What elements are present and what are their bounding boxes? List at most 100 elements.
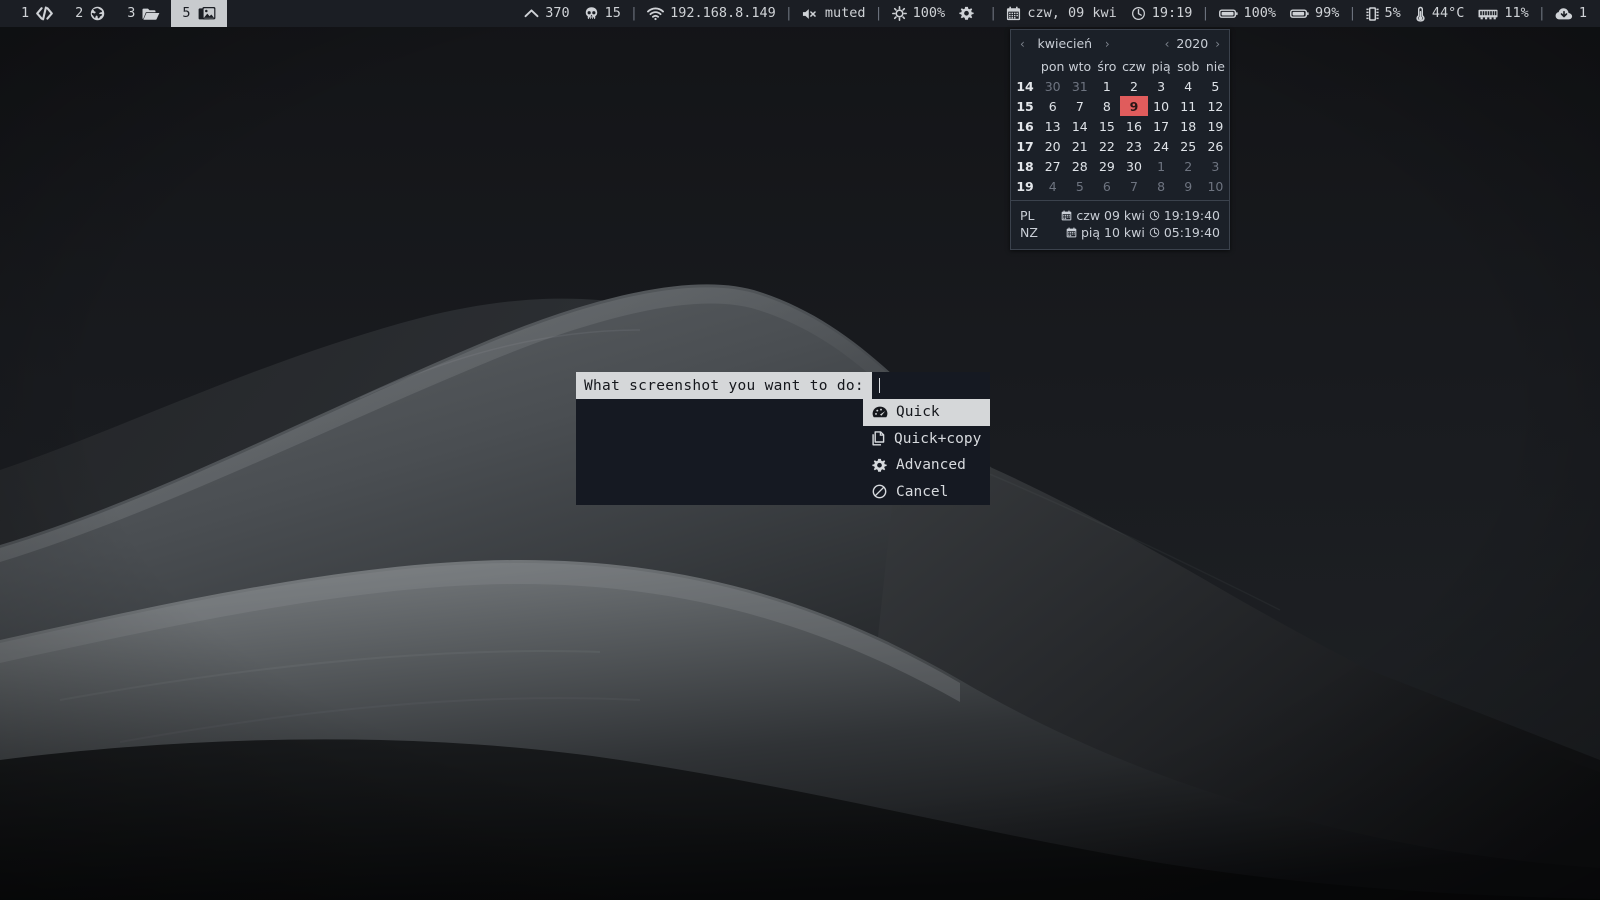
calendar-day-today[interactable]: 9	[1120, 96, 1148, 116]
timezone-value: pią 10 kwi 05:19:40	[1066, 225, 1220, 240]
brightness-icon	[891, 6, 907, 21]
calendar-week-row: 18 27 28 29 30 1 2 3	[1011, 156, 1229, 176]
calendar-icon	[1061, 210, 1072, 221]
calendar-day[interactable]: 15	[1093, 116, 1120, 136]
calendar-day[interactable]: 1	[1148, 156, 1175, 176]
calendar-day[interactable]: 4	[1039, 176, 1066, 196]
calendar-day[interactable]: 6	[1093, 176, 1120, 196]
calendar-week-number: 14	[1016, 78, 1034, 94]
calendar-day[interactable]: 10	[1148, 96, 1175, 116]
calendar-day[interactable]: 26	[1202, 136, 1229, 156]
calendar-body: 14 30 31 1 2 3 4 5 15 6 7 8 9 10 11 12 16 13 14 15 16 17 18 19 1…	[1011, 76, 1229, 196]
dmenu-item-cancel[interactable]: Cancel	[863, 478, 990, 505]
dmenu-item-quick[interactable]: Quick	[863, 399, 990, 426]
gear-icon	[872, 458, 888, 473]
calendar-day[interactable]: 22	[1093, 136, 1120, 156]
calendar-month-nav: ‹ kwiecień ›	[1020, 36, 1110, 51]
status-battery-1[interactable]: 99%	[1283, 0, 1346, 27]
memory-icon	[1478, 7, 1498, 20]
calendar-week-row: 15 6 7 8 9 10 11 12	[1011, 96, 1229, 116]
status-volume[interactable]: muted	[795, 0, 873, 27]
calendar-day[interactable]: 4	[1175, 76, 1202, 96]
calendar-day[interactable]: 14	[1066, 116, 1093, 136]
calendar-day[interactable]: 18	[1175, 116, 1202, 136]
workspace-button-5[interactable]: 5	[171, 0, 227, 27]
status-processes-value: 15	[604, 5, 621, 21]
workspace-number: 2	[75, 5, 84, 21]
dmenu-search-input[interactable]	[871, 372, 990, 399]
calendar-day[interactable]: 17	[1148, 116, 1175, 136]
dmenu-prompt-label: What screenshot you want to do:	[576, 372, 872, 399]
calendar-popup[interactable]: ‹ kwiecień › ‹ 2020 › pon wto śro czw pi…	[1010, 29, 1230, 250]
calendar-day[interactable]: 7	[1120, 176, 1147, 196]
calendar-day[interactable]: 6	[1039, 96, 1066, 116]
calendar-day[interactable]: 7	[1066, 96, 1093, 116]
calendar-day[interactable]: 23	[1120, 136, 1147, 156]
calendar-prev-month-button[interactable]: ‹	[1020, 37, 1025, 51]
calendar-day[interactable]: 24	[1148, 136, 1175, 156]
workspace-button-2[interactable]: 2	[64, 0, 116, 27]
calendar-day[interactable]: 3	[1148, 76, 1175, 96]
calendar-day[interactable]: 3	[1202, 156, 1229, 176]
status-clock-value: 19:19	[1151, 5, 1193, 21]
calendar-week-number: 19	[1016, 178, 1034, 194]
dmenu-item-advanced[interactable]: Advanced	[863, 452, 990, 479]
calendar-next-year-button[interactable]: ›	[1215, 37, 1220, 51]
workspace-button-1[interactable]: 1	[10, 0, 64, 27]
calendar-day[interactable]: 30	[1120, 156, 1147, 176]
calendar-day[interactable]: 2	[1120, 76, 1147, 96]
calendar-day[interactable]: 25	[1175, 136, 1202, 156]
calendar-day[interactable]: 1	[1093, 76, 1120, 96]
calendar-day[interactable]: 29	[1093, 156, 1120, 176]
status-clock[interactable]: 19:19	[1124, 0, 1200, 27]
separator: |	[1537, 5, 1546, 21]
status-battery-0[interactable]: 100%	[1212, 0, 1284, 27]
ban-icon	[872, 484, 888, 499]
calendar-day[interactable]: 16	[1120, 116, 1147, 136]
calendar-day[interactable]: 2	[1175, 156, 1202, 176]
calendar-day[interactable]: 8	[1148, 176, 1175, 196]
calendar-day[interactable]: 10	[1202, 176, 1229, 196]
calendar-prev-year-button[interactable]: ‹	[1165, 37, 1170, 51]
calendar-day[interactable]: 11	[1175, 96, 1202, 116]
gear-icon	[959, 6, 974, 21]
calendar-day[interactable]: 21	[1066, 136, 1093, 156]
calendar-weekday-header-row: pon wto śro czw pią sob nie	[1011, 56, 1229, 76]
dmenu-item-quick-copy[interactable]: Quick+copy	[863, 425, 990, 452]
status-network[interactable]: 192.168.8.149	[640, 0, 783, 27]
calendar-day[interactable]: 27	[1039, 156, 1066, 176]
calendar-week-row: 16 13 14 15 16 17 18 19	[1011, 116, 1229, 136]
workspace-number: 1	[21, 5, 30, 21]
status-date-value: czw, 09 kwi	[1027, 5, 1117, 21]
calendar-day[interactable]: 28	[1066, 156, 1093, 176]
calendar-weeknum-header	[1011, 56, 1039, 76]
calendar-week-number: 17	[1016, 138, 1034, 154]
calendar-day[interactable]: 30	[1039, 76, 1066, 96]
calendar-day[interactable]: 5	[1202, 76, 1229, 96]
battery-icon	[1290, 7, 1309, 20]
calendar-next-month-button[interactable]: ›	[1105, 37, 1110, 51]
status-settings[interactable]	[952, 6, 987, 21]
timezone-time: 05:19:40	[1163, 225, 1220, 240]
calendar-month-label: kwiecień	[1037, 36, 1093, 51]
calendar-day[interactable]: 8	[1093, 96, 1120, 116]
status-brightness[interactable]: 100%	[885, 0, 953, 27]
image-icon	[198, 6, 216, 22]
calendar-day[interactable]: 31	[1066, 76, 1093, 96]
calendar-day[interactable]: 9	[1175, 176, 1202, 196]
status-date[interactable]: czw, 09 kwi	[999, 0, 1123, 27]
status-processes[interactable]: 15	[577, 0, 628, 27]
status-temperature[interactable]: 44°C	[1408, 0, 1472, 27]
workspace-button-3[interactable]: 3	[116, 0, 171, 27]
status-cpu[interactable]: 5%	[1359, 0, 1408, 27]
calendar-day[interactable]: 5	[1066, 176, 1093, 196]
screenshot-prompt-dialog[interactable]: What screenshot you want to do: Quick Qu…	[576, 372, 990, 505]
status-updates[interactable]: 1	[1548, 0, 1594, 27]
status-memory[interactable]: 11%	[1471, 0, 1535, 27]
calendar-day[interactable]: 12	[1202, 96, 1229, 116]
calendar-day[interactable]: 19	[1202, 116, 1229, 136]
status-brightness-value: 100%	[912, 5, 946, 21]
calendar-day[interactable]: 20	[1039, 136, 1066, 156]
status-uptime[interactable]: 370	[517, 0, 576, 27]
calendar-day[interactable]: 13	[1039, 116, 1066, 136]
